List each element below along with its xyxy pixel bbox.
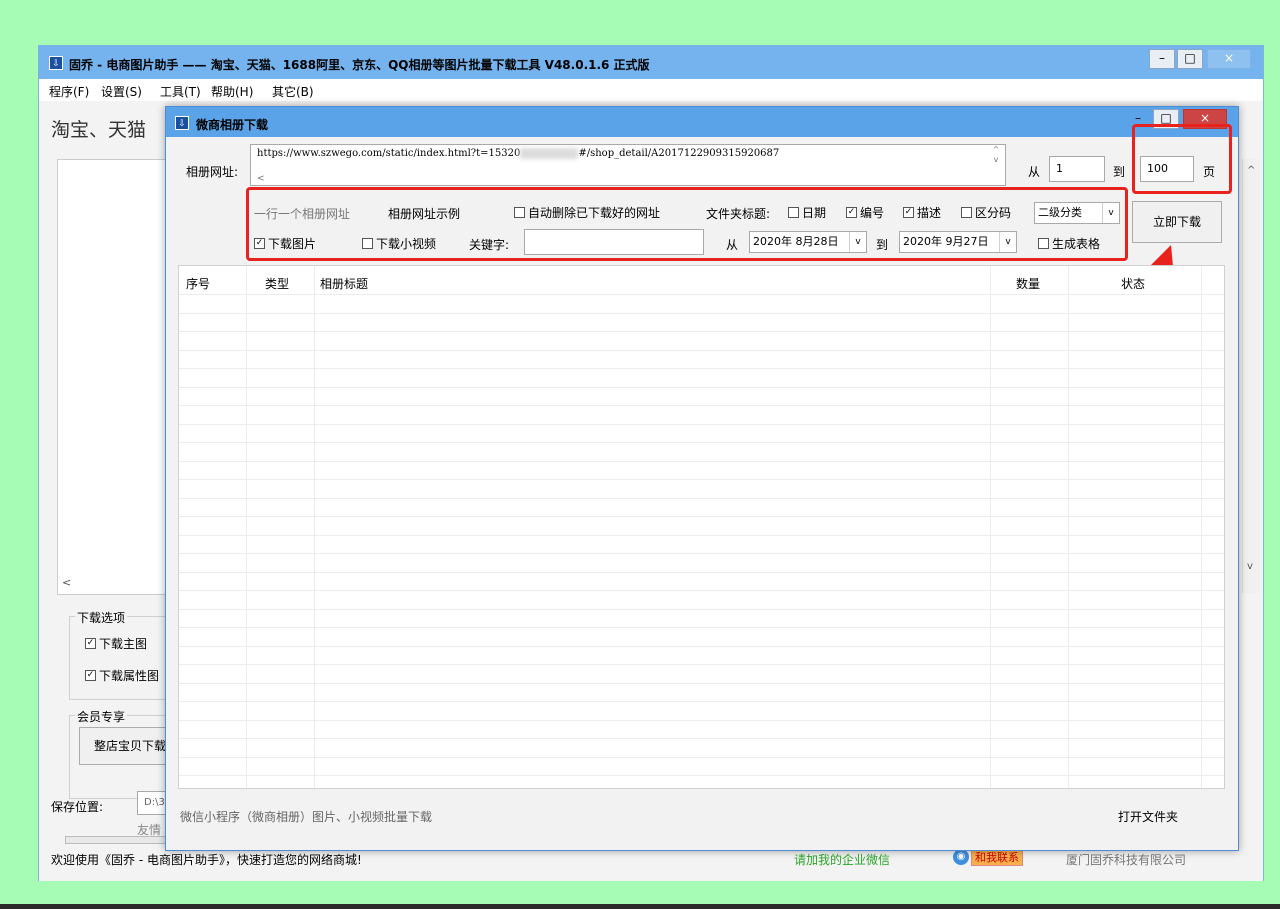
- menu-bar: 程序(F) 设置(S) 工具(T) 帮助(H) 其它(B): [39, 79, 1263, 101]
- menu-other[interactable]: 其它(B): [272, 83, 314, 100]
- row-divider: [179, 405, 1224, 406]
- textarea-scrollbar[interactable]: ^ v: [988, 145, 1004, 185]
- url-value-part1: https://www.szwego.com/static/index.html…: [257, 148, 521, 159]
- download-attr-image-checkbox[interactable]: ✓ 下载属性图: [85, 667, 159, 684]
- row-divider: [179, 368, 1224, 369]
- row-divider: [179, 497, 1224, 499]
- column-header-index[interactable]: 序号: [186, 275, 210, 292]
- whole-shop-download-button[interactable]: 整店宝贝下载: [79, 727, 179, 765]
- page-from-input[interactable]: 1: [1049, 156, 1105, 182]
- dialog-app-icon: ⇩: [175, 116, 189, 130]
- url-textarea[interactable]: https://www.szwego.com/static/index.html…: [250, 144, 1006, 186]
- bottom-edge: [0, 904, 1280, 909]
- options-highlight: [246, 187, 1128, 261]
- row-divider: [179, 608, 1224, 610]
- dialog-title-bar[interactable]: ⇩ 微商相册下载 – □ ×: [166, 107, 1238, 137]
- row-divider: [179, 590, 1224, 591]
- qq-icon: ◉: [953, 849, 969, 865]
- minimize-button[interactable]: –: [1149, 49, 1175, 69]
- menu-help[interactable]: 帮助(H): [211, 83, 253, 100]
- scroll-down-arrow[interactable]: v: [1247, 561, 1253, 572]
- main-window-title: 固乔 - 电商图片助手 —— 淘宝、天猫、1688阿里、京东、QQ相册等图片批量…: [69, 58, 650, 72]
- row-divider: [179, 516, 1224, 517]
- row-divider: [179, 571, 1224, 573]
- company-name: 厦门固乔科技有限公司: [1066, 853, 1187, 867]
- album-list-table[interactable]: 序号 类型 相册标题 数量 状态: [178, 265, 1225, 789]
- download-options-label: 下载选项: [75, 609, 128, 626]
- close-button[interactable]: ×: [1207, 49, 1251, 69]
- open-folder-button[interactable]: 打开文件夹: [1118, 808, 1178, 825]
- download-main-image-checkbox[interactable]: ✓ 下载主图: [85, 635, 147, 652]
- column-header-count[interactable]: 数量: [1016, 275, 1040, 292]
- app-icon: ⇩: [49, 56, 63, 70]
- dialog-title: 微商相册下载: [196, 118, 269, 132]
- dialog-footer-text: 微信小程序（微商相册）图片、小视频批量下载: [180, 810, 433, 824]
- main-title-bar[interactable]: ⇩ 固乔 - 电商图片助手 —— 淘宝、天猫、1688阿里、京东、QQ相册等图片…: [39, 46, 1263, 79]
- column-divider: [990, 266, 991, 788]
- left-heading: 淘宝、天猫: [51, 119, 147, 141]
- column-divider: [1068, 266, 1069, 788]
- download-attr-image-label: 下载属性图: [99, 669, 160, 683]
- textarea-scroll-left-arrow[interactable]: <: [257, 174, 265, 184]
- row-divider: [179, 682, 1224, 684]
- download-main-image-label: 下载主图: [99, 637, 148, 651]
- url-redacted-blur: [520, 148, 579, 159]
- row-divider: [179, 756, 1224, 758]
- row-divider: [179, 719, 1224, 721]
- scroll-left-arrow[interactable]: <: [62, 576, 71, 589]
- welcome-text: 欢迎使用《固乔 - 电商图片助手》，快速打造您的网络商城!: [51, 853, 362, 867]
- scroll-up-arrow[interactable]: ^: [1247, 165, 1255, 176]
- maximize-button[interactable]: □: [1177, 49, 1203, 69]
- row-divider: [179, 442, 1224, 443]
- row-divider: [179, 294, 1224, 295]
- check-icon: ✓: [85, 638, 96, 649]
- row-divider: [179, 627, 1224, 628]
- whole-shop-download-label: 整店宝贝下载: [94, 739, 167, 753]
- row-divider: [179, 738, 1224, 739]
- row-divider: [179, 331, 1224, 332]
- save-location-label: 保存位置:: [51, 800, 104, 814]
- row-divider: [179, 534, 1224, 536]
- download-options-group: [69, 616, 171, 700]
- row-divider: [179, 701, 1224, 702]
- column-header-status[interactable]: 状态: [1121, 275, 1145, 292]
- row-divider: [179, 423, 1224, 425]
- left-list-pane[interactable]: <: [57, 159, 169, 595]
- page-range-highlight: [1132, 124, 1232, 194]
- menu-program[interactable]: 程序(F): [49, 83, 89, 100]
- menu-tools[interactable]: 工具(T): [160, 83, 201, 100]
- row-divider: [179, 479, 1224, 480]
- download-now-button[interactable]: 立即下载: [1132, 201, 1222, 243]
- row-divider: [179, 775, 1224, 776]
- wechat-link[interactable]: 请加我的企业微信: [794, 851, 890, 868]
- column-divider: [1201, 266, 1202, 788]
- row-divider: [179, 460, 1224, 462]
- row-divider: [179, 349, 1224, 351]
- page-from-label: 从: [1028, 165, 1041, 179]
- row-divider: [179, 386, 1224, 388]
- menu-settings[interactable]: 设置(S): [101, 83, 142, 100]
- row-divider: [179, 553, 1224, 554]
- column-header-type[interactable]: 类型: [265, 275, 289, 292]
- member-label: 会员专享: [75, 708, 128, 725]
- column-header-title[interactable]: 相册标题: [320, 275, 368, 292]
- column-divider: [314, 266, 315, 788]
- column-divider: [246, 266, 247, 788]
- url-label: 相册网址:: [186, 165, 239, 179]
- main-list-scrollbar[interactable]: ^ v: [1242, 159, 1261, 593]
- row-divider: [179, 312, 1224, 314]
- row-divider: [179, 645, 1224, 647]
- page-to-label: 到: [1113, 165, 1126, 179]
- row-divider: [179, 664, 1224, 665]
- download-now-label: 立即下载: [1152, 215, 1201, 229]
- url-value-part2: #/shop_detail/A2017122909315920687: [578, 148, 780, 159]
- check-icon: ✓: [85, 670, 96, 681]
- wechat-album-dialog: ⇩ 微商相册下载 – □ × 相册网址: https://www.szwego.…: [165, 106, 1239, 851]
